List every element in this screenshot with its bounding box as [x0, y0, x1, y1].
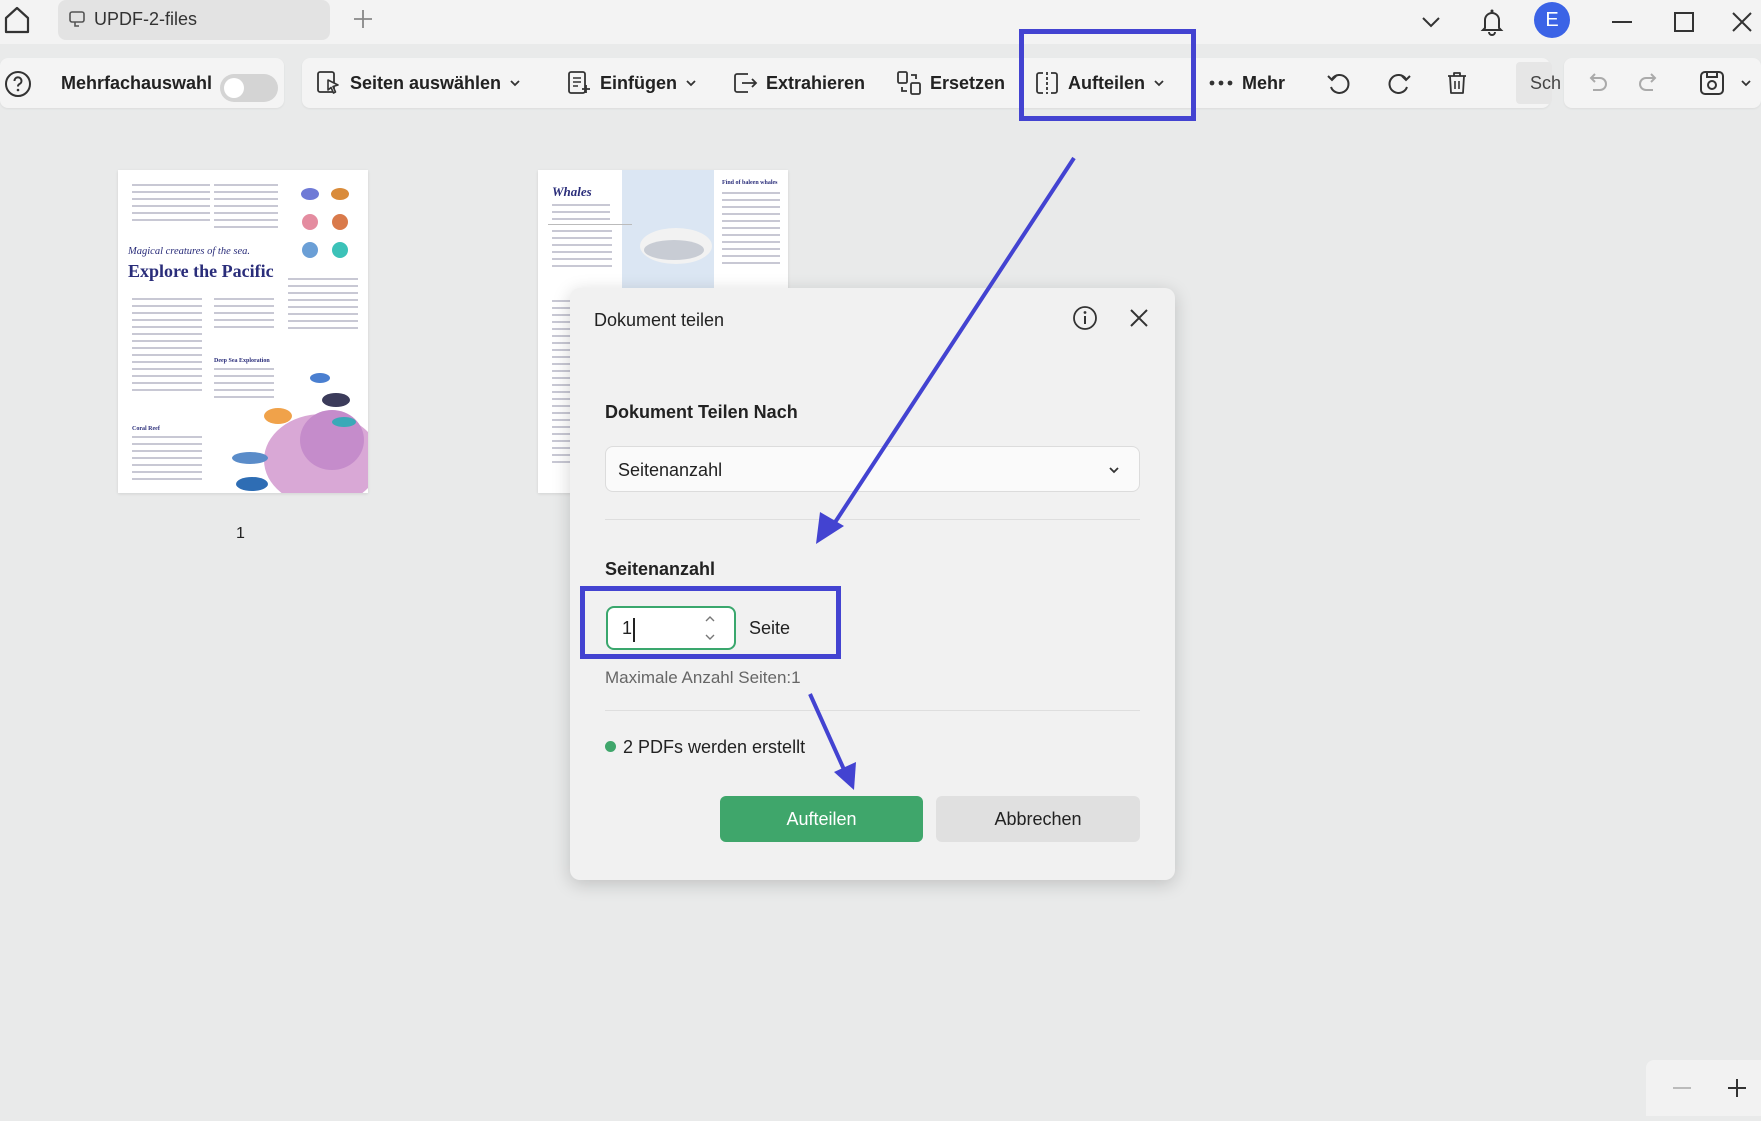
zoom-out-icon[interactable] — [1672, 1086, 1692, 1090]
zoom-control — [1646, 1060, 1761, 1116]
zoom-in-icon[interactable] — [1727, 1078, 1747, 1098]
annotation-arrows — [808, 156, 1076, 790]
